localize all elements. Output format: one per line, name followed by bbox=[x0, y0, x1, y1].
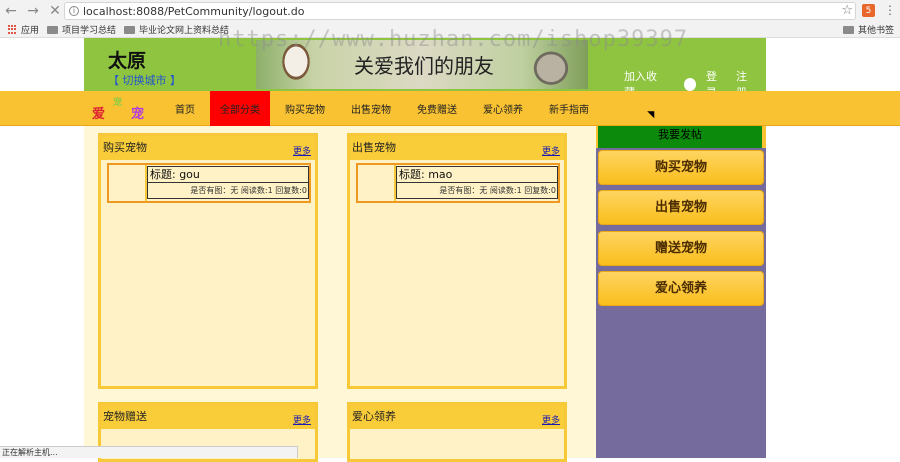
bookmark-label: 项目学习总结 bbox=[62, 26, 117, 36]
post-meta: 是否有图：无 阅读数:1 回复数:0 bbox=[147, 183, 309, 199]
panel-header: 购买宠物 更多 bbox=[101, 136, 315, 160]
nav-item-sell-pets[interactable]: 出售宠物 bbox=[340, 91, 402, 126]
stop-loading-icon[interactable]: ✕ bbox=[44, 0, 66, 22]
post-button-wrap: 我要发帖 bbox=[596, 126, 766, 148]
bookmark-apps[interactable]: 应用 bbox=[8, 23, 39, 36]
more-link[interactable]: 更多 bbox=[542, 413, 560, 426]
logo-char-2: 宠 bbox=[113, 98, 123, 108]
panel-header: 宠物赠送 更多 bbox=[101, 405, 315, 429]
sidebar-gift-pets-button[interactable]: 赠送宠物 bbox=[598, 231, 764, 266]
bookmarks-bar: 应用 项目学习总结 毕业论文网上资料总结 其他书签 bbox=[0, 22, 900, 38]
cat-image bbox=[526, 44, 576, 88]
panel-title: 出售宠物 bbox=[352, 141, 396, 154]
user-icon bbox=[684, 77, 696, 91]
url-text: localhost:8088/PetCommunity/logout.do bbox=[83, 4, 305, 18]
browser-menu-icon[interactable]: ⋮ bbox=[884, 3, 896, 17]
switch-city-link[interactable]: 【 切换城市 】 bbox=[108, 72, 181, 88]
current-city: 太原 bbox=[108, 50, 147, 72]
post-item[interactable]: 标题: mao 是否有图：无 阅读数:1 回复数:0 bbox=[356, 163, 560, 203]
dog-image bbox=[276, 44, 316, 88]
nav-menu: 首页 全部分类 购买宠物 出售宠物 免费赠送 爱心领养 新手指南 bbox=[164, 91, 604, 126]
sidebar-buy-pets-button[interactable]: 购买宠物 bbox=[598, 150, 764, 185]
right-sidebar: 我要发帖 购买宠物 出售宠物 赠送宠物 爱心领养 bbox=[596, 126, 766, 458]
post-thumbnail bbox=[358, 165, 396, 201]
nav-item-home[interactable]: 首页 bbox=[164, 91, 206, 126]
sidebar-adoption-button[interactable]: 爱心领养 bbox=[598, 271, 764, 306]
bookmark-label: 其他书签 bbox=[857, 26, 894, 36]
post-title[interactable]: 标题: gou bbox=[147, 166, 309, 183]
panel-buy-pets: 购买宠物 更多 标题: gou 是否有图：无 阅读数:1 回复数:0 bbox=[98, 133, 318, 389]
banner-slogan: 关爱我们的朋友 bbox=[354, 54, 494, 78]
post-thumbnail bbox=[109, 165, 147, 201]
main-navbar: 爱 宠 宠 首页 全部分类 购买宠物 出售宠物 免费赠送 爱心领养 新手指南 bbox=[0, 91, 900, 126]
apps-grid-icon bbox=[8, 24, 18, 35]
nav-item-buy-pets[interactable]: 购买宠物 bbox=[274, 91, 336, 126]
folder-icon bbox=[842, 25, 854, 34]
new-post-button[interactable]: 我要发帖 bbox=[598, 126, 762, 148]
panel-title: 宠物赠送 bbox=[103, 410, 147, 423]
post-meta: 是否有图：无 阅读数:1 回复数:0 bbox=[396, 183, 558, 199]
bookmark-folder-2[interactable]: 毕业论文网上资料总结 bbox=[124, 23, 229, 36]
logo-char-3: 宠 bbox=[131, 107, 145, 122]
post-item[interactable]: 标题: gou 是否有图：无 阅读数:1 回复数:0 bbox=[107, 163, 311, 203]
extension-icon[interactable]: 5 bbox=[862, 4, 875, 17]
bookmark-folder-1[interactable]: 项目学习总结 bbox=[47, 23, 116, 36]
info-icon[interactable]: i bbox=[69, 6, 79, 16]
header-banner: 关爱我们的朋友 bbox=[256, 40, 588, 89]
post-title[interactable]: 标题: mao bbox=[396, 166, 558, 183]
folder-icon bbox=[47, 25, 59, 34]
panel-sell-pets: 出售宠物 更多 标题: mao 是否有图：无 阅读数:1 回复数:0 bbox=[347, 133, 567, 389]
logo-char-1: 爱 bbox=[92, 107, 106, 122]
panel-title: 购买宠物 bbox=[103, 141, 147, 154]
back-arrow-icon[interactable]: ← bbox=[0, 0, 22, 22]
bookmark-label: 毕业论文网上资料总结 bbox=[139, 26, 230, 36]
more-link[interactable]: 更多 bbox=[293, 144, 311, 157]
nav-item-guide[interactable]: 新手指南 bbox=[538, 91, 600, 126]
panel-header: 爱心领养 更多 bbox=[350, 405, 564, 429]
forward-arrow-icon[interactable]: → bbox=[22, 0, 44, 22]
other-bookmarks[interactable]: 其他书签 bbox=[842, 23, 894, 36]
panel-header: 出售宠物 更多 bbox=[350, 136, 564, 160]
site-header: 太原 【 切换城市 】 关爱我们的朋友 加入收藏 登录 注册 bbox=[84, 38, 766, 99]
folder-icon bbox=[124, 25, 136, 34]
nav-item-all-categories[interactable]: 全部分类 bbox=[210, 91, 270, 126]
panel-adoption: 爱心领养 更多 bbox=[347, 402, 567, 462]
address-bar[interactable]: i localhost:8088/PetCommunity/logout.do … bbox=[64, 2, 856, 20]
more-link[interactable]: 更多 bbox=[542, 144, 560, 157]
more-link[interactable]: 更多 bbox=[293, 413, 311, 426]
nav-item-free-gift[interactable]: 免费赠送 bbox=[406, 91, 468, 126]
panel-title: 爱心领养 bbox=[352, 410, 396, 423]
status-bar: 正在解析主机... bbox=[0, 446, 298, 458]
site-logo[interactable]: 爱 宠 宠 bbox=[92, 98, 144, 122]
bookmark-star-icon[interactable]: ☆ bbox=[841, 3, 853, 18]
nav-item-adoption[interactable]: 爱心领养 bbox=[472, 91, 534, 126]
sidebar-sell-pets-button[interactable]: 出售宠物 bbox=[598, 190, 764, 225]
browser-toolbar: ← → ✕ i localhost:8088/PetCommunity/logo… bbox=[0, 0, 900, 22]
bookmark-label: 应用 bbox=[21, 26, 40, 36]
